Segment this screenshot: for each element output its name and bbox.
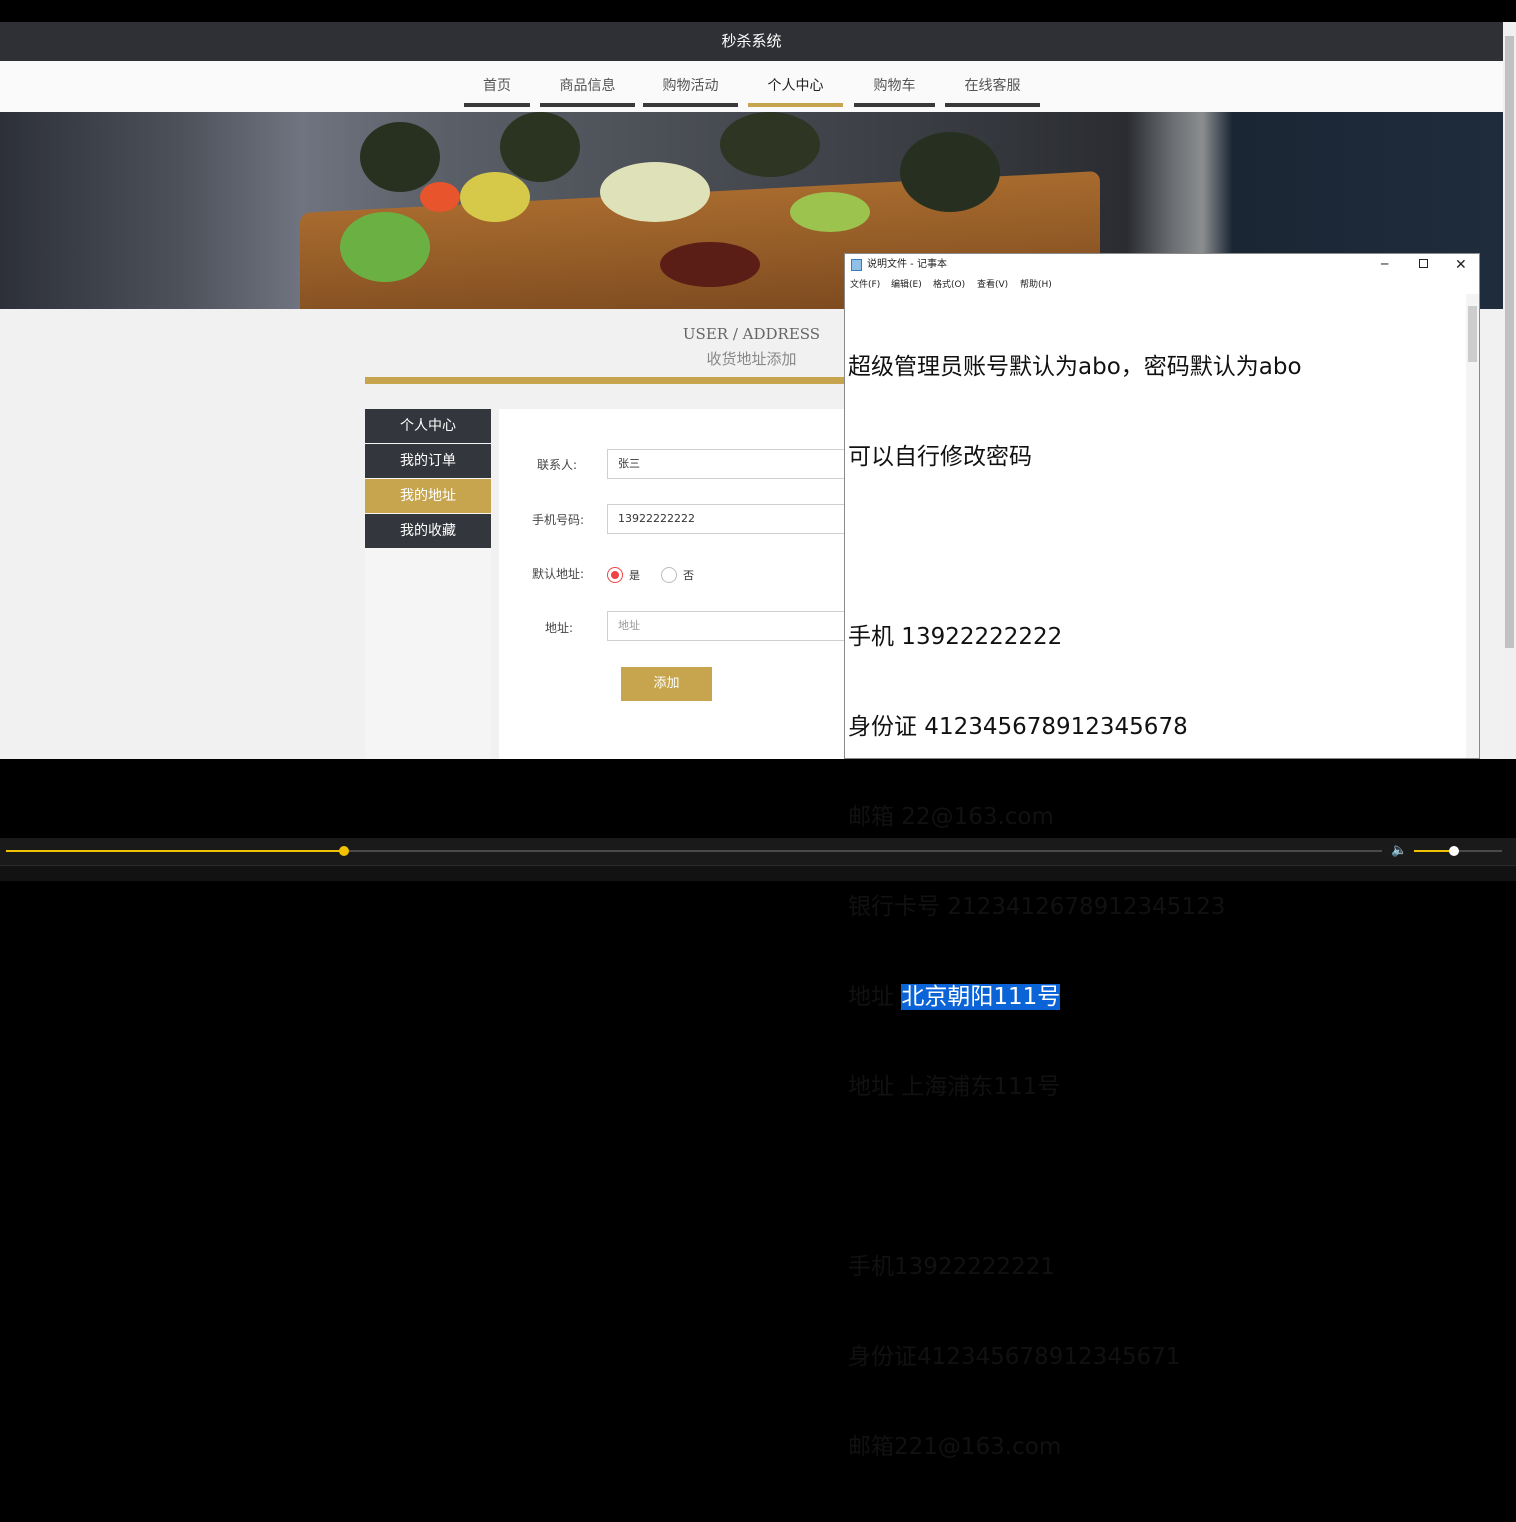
user-sidebar: 个人中心 我的订单 我的地址 我的收藏 xyxy=(365,409,491,759)
player-bottom-strip xyxy=(0,865,1516,881)
volume-level xyxy=(1414,850,1454,852)
text-line xyxy=(848,532,1458,562)
text-line: 超级管理员账号默认为abo，密码默认为abo xyxy=(848,354,1302,380)
contact-label: 联系人: xyxy=(536,458,577,472)
text-line: 手机 13922222222 xyxy=(848,624,1063,650)
text-line: 银行卡号 212341267891234512​3 xyxy=(848,894,1226,920)
sidebar-item-orders[interactable]: 我的订单 xyxy=(365,444,491,478)
nav-customer-service[interactable]: 在线客服 xyxy=(945,75,1040,107)
text-line: 邮箱 22@163.com xyxy=(848,804,1054,830)
close-icon[interactable]: ✕ xyxy=(1455,254,1467,276)
browser-scrollbar-thumb[interactable] xyxy=(1505,36,1514,648)
text-line: 邮箱221@163.com xyxy=(848,1434,1062,1460)
nav-activities[interactable]: 购物活动 xyxy=(643,75,738,107)
volume-handle[interactable] xyxy=(1449,846,1459,856)
contact-input[interactable]: 张三 xyxy=(607,449,847,479)
sidebar-item-address[interactable]: 我的地址 xyxy=(365,479,491,513)
phone-label: 手机号码: xyxy=(531,513,584,527)
seek-handle[interactable] xyxy=(339,846,349,856)
notepad-text-area[interactable]: 超级管理员账号默认为abo，密码默认为abo 可以自行修改密码 手机 13922… xyxy=(848,292,1458,1522)
notepad-title: 说明文件 - 记事本 xyxy=(867,259,947,270)
address-label: 地址: xyxy=(544,621,573,635)
text-line: 地址 上海浦东111号 xyxy=(848,1074,1061,1100)
default-no-label: 否 xyxy=(683,569,694,582)
text-line: 身份证 412345678912345678 xyxy=(848,714,1188,740)
default-address-label: 默认地址: xyxy=(531,567,584,581)
default-yes-radio[interactable] xyxy=(607,567,623,583)
selection-prefix: 地址 xyxy=(848,984,902,1010)
text-selection: 北京朝阳111号 xyxy=(901,984,1061,1010)
volume-icon[interactable]: 🔈 xyxy=(1391,844,1407,858)
nav-cart[interactable]: 购物车 xyxy=(854,75,935,107)
site-title: 秒杀系统 xyxy=(0,22,1503,61)
notepad-scrollbar[interactable] xyxy=(1466,294,1479,758)
add-address-button[interactable]: 添加 xyxy=(621,667,712,701)
seek-progress xyxy=(6,850,344,852)
nav-personal-center[interactable]: 个人中心 xyxy=(748,75,843,107)
notepad-icon xyxy=(851,259,862,271)
text-line xyxy=(848,1162,1458,1192)
minimize-icon[interactable]: ─ xyxy=(1381,253,1388,275)
address-input[interactable]: 地址 xyxy=(607,611,847,641)
maximize-icon[interactable] xyxy=(1419,259,1428,268)
default-yes-label: 是 xyxy=(629,569,640,582)
phone-input[interactable]: 13922222222 xyxy=(607,504,847,534)
player-controls: 🔈 xyxy=(0,838,1516,881)
notepad-scrollbar-thumb[interactable] xyxy=(1468,306,1477,362)
text-line: 手机13922222221 xyxy=(848,1254,1055,1280)
sidebar-item-personal-center[interactable]: 个人中心 xyxy=(365,409,491,443)
text-line: 可以自行修改密码 xyxy=(848,444,1032,470)
notepad-titlebar[interactable]: 说明文件 - 记事本 ─ ✕ xyxy=(845,254,1479,276)
sidebar-item-favorites[interactable]: 我的收藏 xyxy=(365,514,491,548)
nav-products[interactable]: 商品信息 xyxy=(540,75,635,107)
notepad-window: 说明文件 - 记事本 ─ ✕ 文件(F) 编辑(E) 格式(O) 查看(V) 帮… xyxy=(844,253,1480,1460)
default-no-radio[interactable] xyxy=(661,567,677,583)
main-nav: 首页 商品信息 购物活动 个人中心 购物车 在线客服 xyxy=(0,61,1503,112)
text-line: 身份证412345678912345671 xyxy=(848,1344,1181,1370)
nav-home[interactable]: 首页 xyxy=(464,75,530,107)
text-line-selected: 地址 北京朝阳111号 xyxy=(848,982,1458,1012)
